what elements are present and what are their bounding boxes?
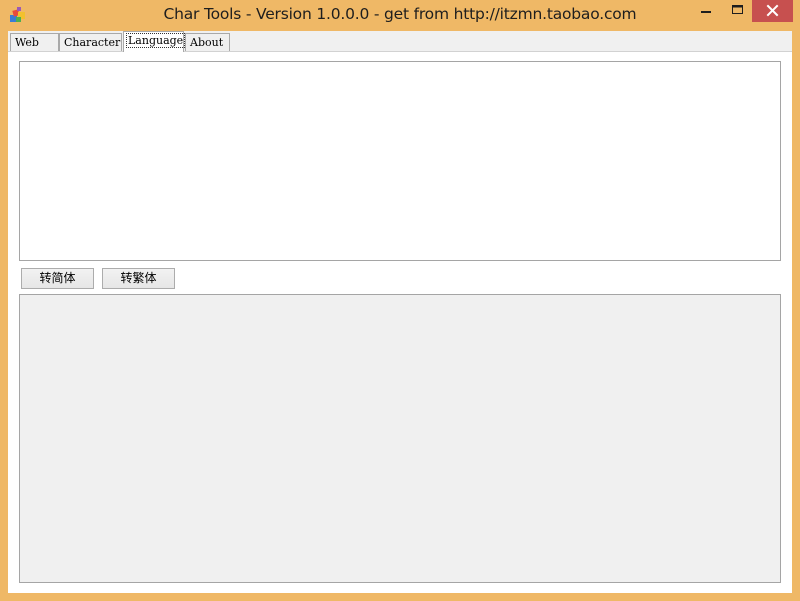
window-title: Char Tools - Version 1.0.0.0 - get from …	[163, 5, 637, 23]
maximize-button[interactable]	[724, 0, 751, 22]
minimize-icon	[701, 11, 711, 13]
close-button[interactable]	[752, 0, 793, 22]
tab-character[interactable]: Character	[59, 33, 122, 51]
tab-about-label: About	[190, 36, 224, 49]
maximize-icon	[732, 5, 743, 14]
title-bar[interactable]: Char Tools - Version 1.0.0.0 - get from …	[0, 0, 800, 31]
close-icon	[766, 4, 779, 17]
tab-character-label: Character	[64, 36, 121, 49]
tab-about[interactable]: About	[185, 33, 230, 51]
to-traditional-button[interactable]: 转繁体	[102, 268, 175, 289]
language-tab-panel: 转简体 转繁体	[8, 51, 792, 593]
tab-language[interactable]: Language	[123, 31, 186, 52]
tab-web-label: Web	[15, 36, 39, 49]
tab-language-label: Language	[125, 33, 186, 48]
to-simplified-button[interactable]: 转简体	[21, 268, 94, 289]
tab-strip: Web Character Language About	[8, 31, 792, 52]
source-text-input[interactable]	[19, 61, 781, 261]
result-text-output[interactable]	[19, 294, 781, 583]
client-area: Web Character Language About 转简体 转繁体	[8, 31, 792, 593]
minimize-button[interactable]	[690, 0, 724, 22]
tab-web[interactable]: Web	[10, 33, 59, 51]
app-window: Char Tools - Version 1.0.0.0 - get from …	[0, 0, 800, 601]
